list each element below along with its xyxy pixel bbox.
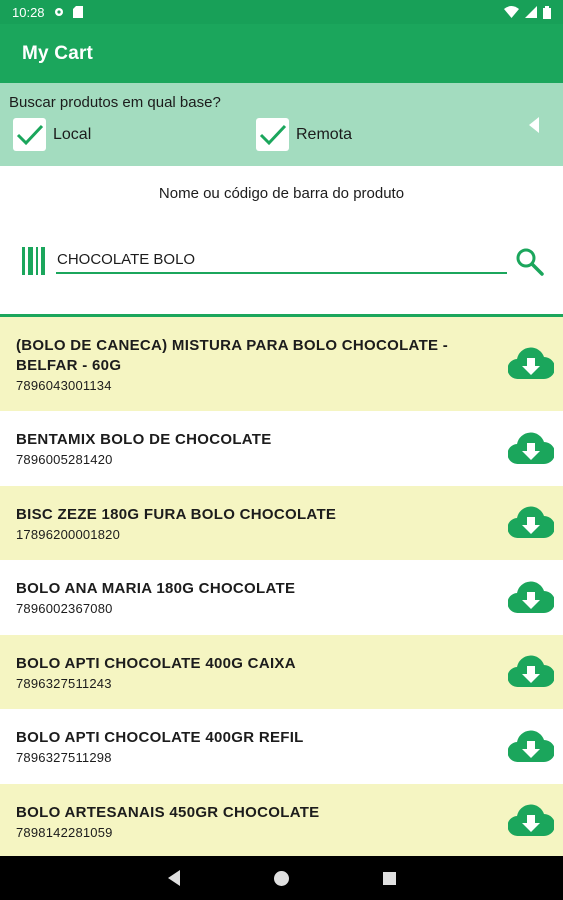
home-icon[interactable] bbox=[273, 870, 289, 886]
product-name: BOLO ANA MARIA 180G CHOCOLATE bbox=[16, 580, 296, 597]
download-cloud-icon[interactable] bbox=[508, 581, 554, 615]
recent-apps-icon[interactable] bbox=[382, 871, 396, 885]
product-list[interactable]: (BOLO DE CANECA) MISTURA PARA BOLO CHOCO… bbox=[0, 317, 563, 856]
status-bar: 10:28 bbox=[0, 0, 563, 24]
wifi-icon bbox=[504, 6, 519, 18]
check-icon bbox=[259, 124, 286, 145]
database-filter-panel: Buscar produtos em qual base? Local Remo… bbox=[0, 83, 563, 166]
download-cloud-icon[interactable] bbox=[508, 730, 554, 764]
product-name: BENTAMIX BOLO DE CHOCOLATE bbox=[16, 431, 272, 448]
product-barcode: 7896002367080 bbox=[16, 601, 113, 616]
search-area: Nome ou código de barra do produto bbox=[0, 166, 563, 314]
cell-signal-icon bbox=[525, 6, 537, 18]
product-name: (BOLO DE CANECA) MISTURA PARA BOLO CHOCO… bbox=[16, 336, 449, 374]
remote-label: Remota bbox=[296, 125, 353, 143]
list-item[interactable]: BOLO APTI CHOCOLATE 400G CAIXA 789632751… bbox=[0, 635, 563, 709]
list-item[interactable]: BOLO ARTESANAIS 450GR CHOCOLATE 78981422… bbox=[0, 784, 563, 856]
product-name: BOLO APTI CHOCOLATE 400GR REFIL bbox=[16, 729, 304, 746]
product-barcode: 7896327511298 bbox=[16, 750, 112, 765]
local-label: Local bbox=[53, 125, 92, 143]
settings-icon bbox=[54, 8, 63, 16]
download-cloud-icon[interactable] bbox=[508, 804, 554, 838]
list-item[interactable]: BENTAMIX BOLO DE CHOCOLATE 7896005281420 bbox=[0, 411, 563, 486]
sd-card-icon bbox=[72, 6, 83, 18]
collapse-arrow-icon[interactable] bbox=[529, 117, 539, 133]
product-barcode: 7896043001134 bbox=[16, 377, 112, 393]
list-item[interactable]: BISC ZEZE 180G FURA BOLO CHOCOLATE 17896… bbox=[0, 486, 563, 560]
barcode-scan-icon[interactable] bbox=[22, 247, 46, 275]
search-input[interactable] bbox=[56, 246, 507, 274]
search-icon[interactable] bbox=[514, 246, 546, 278]
local-check-box[interactable] bbox=[13, 118, 46, 151]
download-cloud-icon[interactable] bbox=[508, 347, 554, 381]
product-barcode: 7896327511243 bbox=[16, 675, 112, 691]
status-time: 10:28 bbox=[12, 4, 45, 20]
product-barcode: 7898142281059 bbox=[16, 824, 113, 840]
filter-question: Buscar produtos em qual base? bbox=[9, 94, 221, 111]
remote-check-box[interactable] bbox=[256, 118, 289, 151]
product-barcode: 7896005281420 bbox=[16, 452, 113, 467]
battery-icon bbox=[543, 5, 551, 19]
search-hint: Nome ou código de barra do produto bbox=[158, 185, 405, 202]
list-item[interactable]: BOLO APTI CHOCOLATE 400GR REFIL 78963275… bbox=[0, 709, 563, 784]
product-name: BOLO ARTESANAIS 450GR CHOCOLATE bbox=[16, 803, 320, 821]
download-cloud-icon[interactable] bbox=[508, 432, 554, 466]
download-cloud-icon[interactable] bbox=[508, 506, 554, 540]
local-checkbox[interactable]: Local bbox=[13, 118, 91, 151]
list-item[interactable]: (BOLO DE CANECA) MISTURA PARA BOLO CHOCO… bbox=[0, 317, 563, 411]
system-nav-bar bbox=[0, 856, 563, 900]
check-icon bbox=[16, 124, 43, 145]
product-barcode: 17896200001820 bbox=[16, 526, 121, 542]
product-name: BOLO APTI CHOCOLATE 400G CAIXA bbox=[16, 654, 296, 672]
product-name: BISC ZEZE 180G FURA BOLO CHOCOLATE bbox=[16, 505, 337, 523]
app-bar: My Cart bbox=[0, 24, 563, 83]
list-item[interactable]: BOLO ANA MARIA 180G CHOCOLATE 7896002367… bbox=[0, 560, 563, 635]
remote-checkbox[interactable]: Remota bbox=[256, 118, 352, 151]
download-cloud-icon[interactable] bbox=[508, 655, 554, 689]
app-title: My Cart bbox=[22, 42, 94, 64]
back-icon[interactable] bbox=[167, 870, 180, 886]
